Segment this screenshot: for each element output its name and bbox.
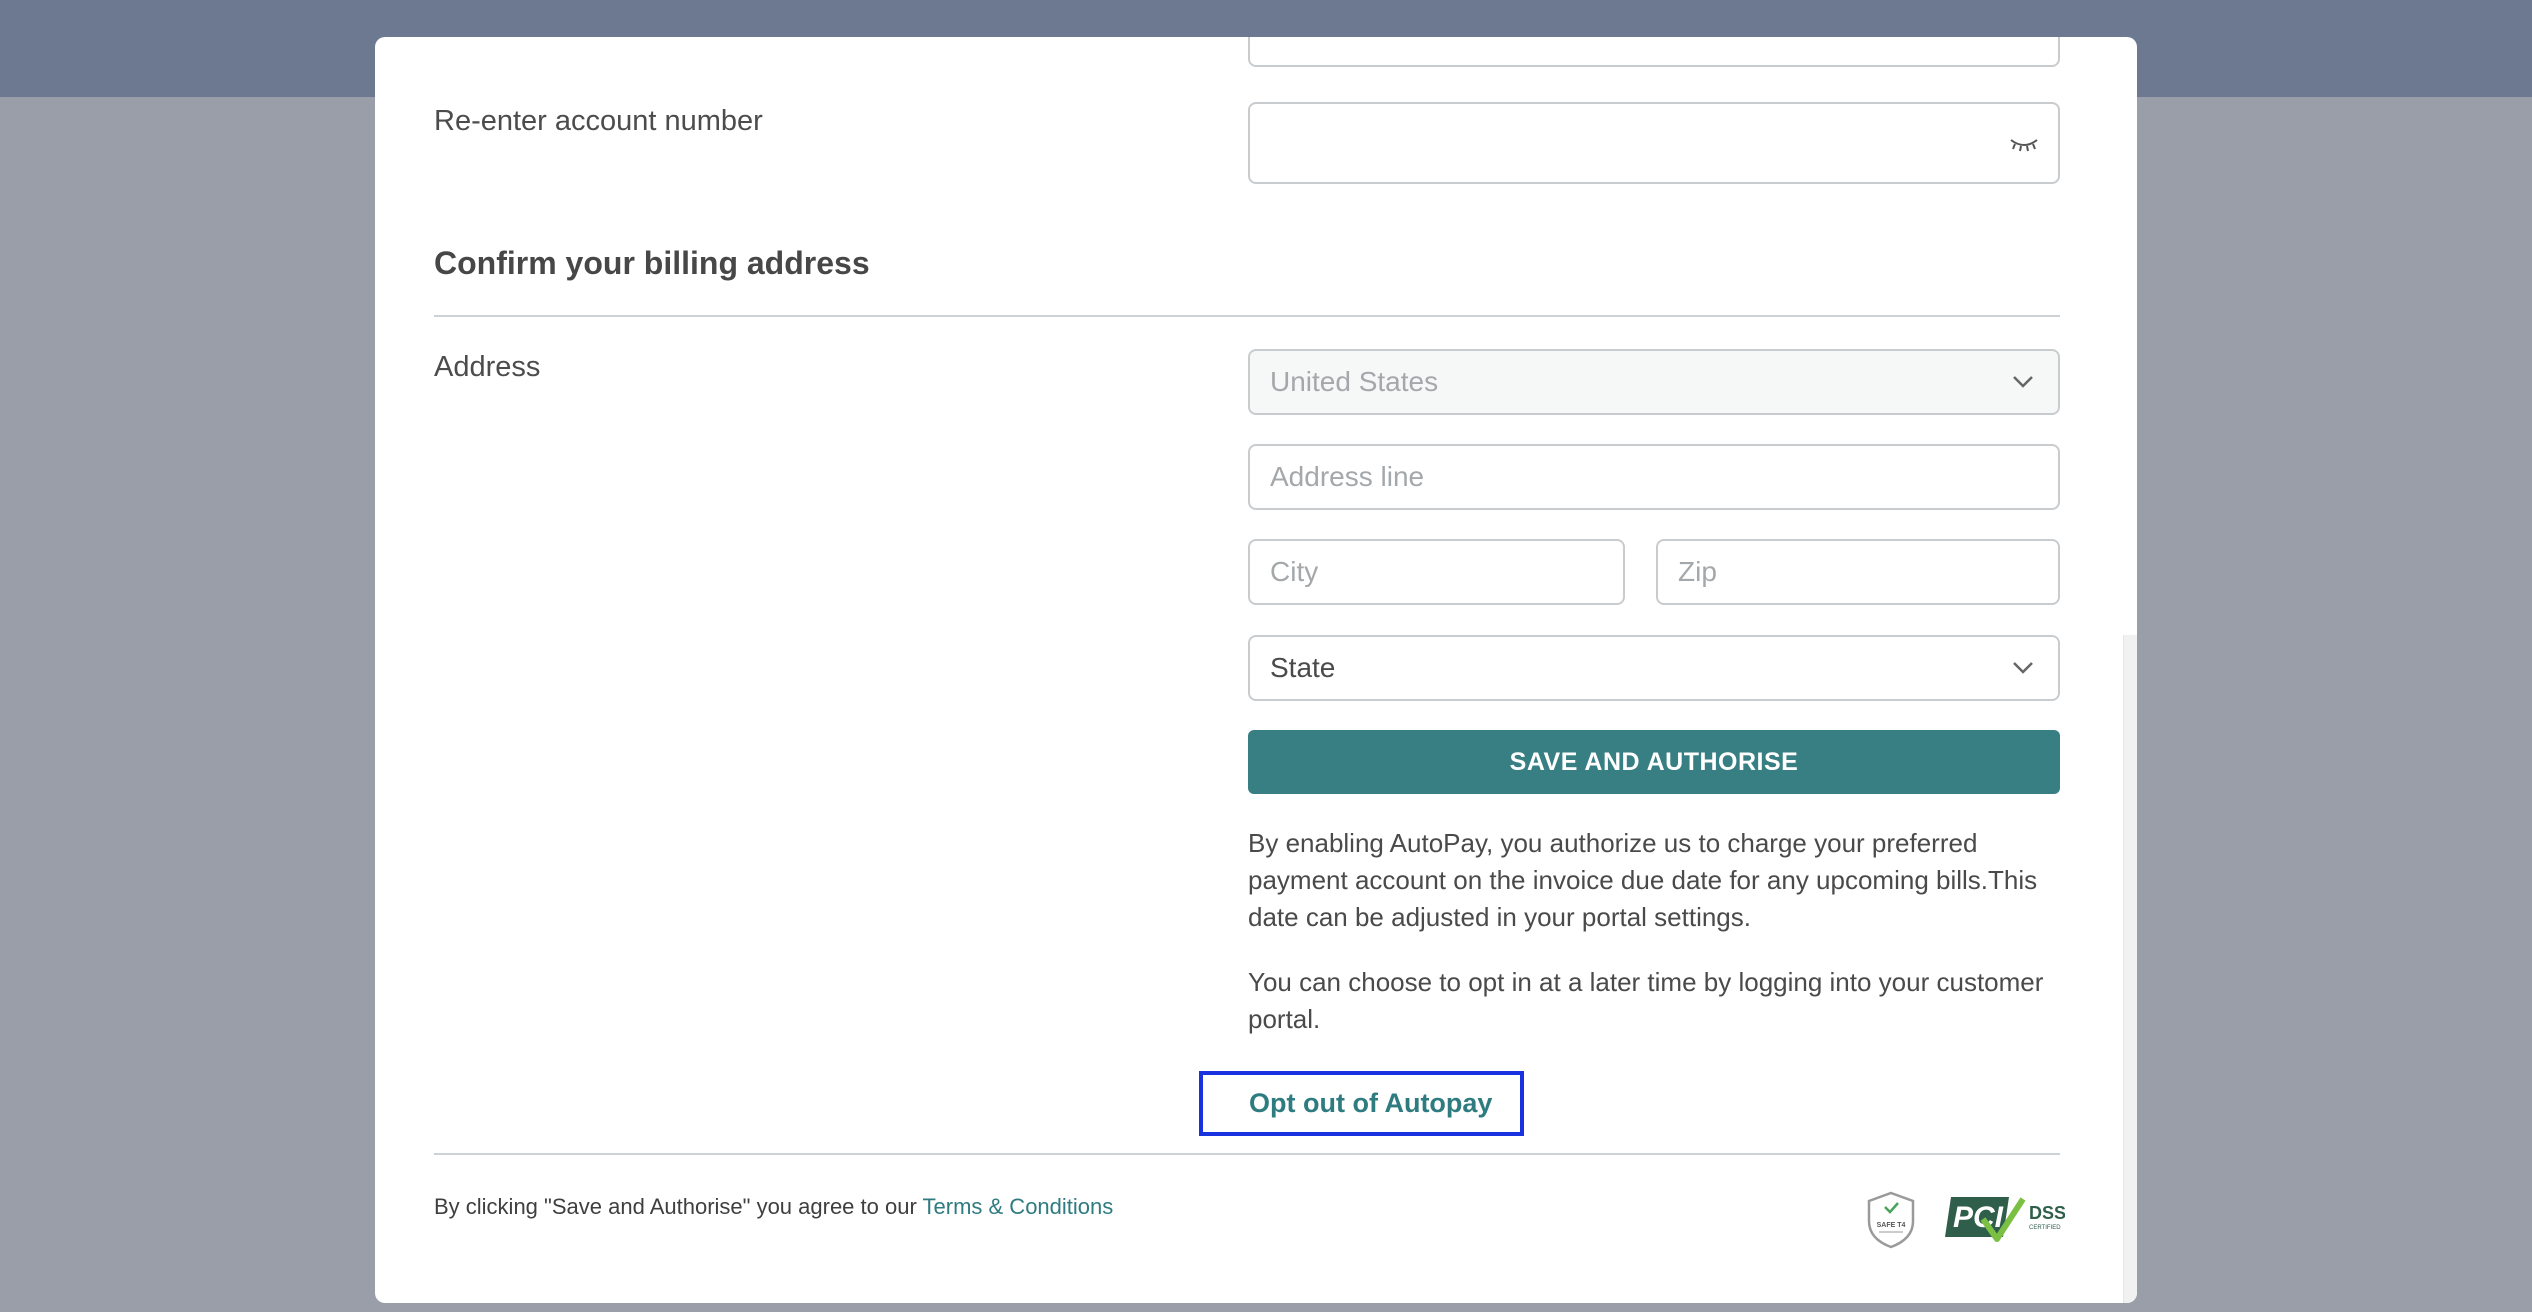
chevron-down-icon bbox=[2008, 653, 2038, 683]
state-value: State bbox=[1270, 652, 1336, 683]
city-input[interactable] bbox=[1248, 539, 1625, 605]
eye-closed-icon[interactable] bbox=[2009, 134, 2039, 156]
chevron-down-icon bbox=[2008, 367, 2038, 397]
save-and-authorise-button[interactable]: SAVE AND AUTHORISE bbox=[1248, 730, 2060, 794]
safe-t4-badge-icon: SAFE T4 bbox=[1867, 1191, 1915, 1249]
optin-notice: You can choose to opt in at a later time… bbox=[1248, 967, 2044, 1034]
certified-badge-text: CERTIFIED bbox=[2029, 1225, 2061, 1231]
autopay-modal: Re-enter account number Confirm your bil… bbox=[375, 37, 2137, 1303]
zip-input[interactable] bbox=[1656, 539, 2060, 605]
footer-divider bbox=[434, 1153, 2060, 1155]
pci-badge-text: PCI bbox=[1953, 1201, 2004, 1234]
country-select[interactable]: United States bbox=[1248, 349, 2060, 415]
billing-address-heading: Confirm your billing address bbox=[434, 245, 870, 281]
safe-badge-text: SAFE T4 bbox=[1877, 1222, 1906, 1229]
address-label: Address bbox=[434, 351, 541, 383]
country-value: United States bbox=[1270, 366, 1439, 397]
dss-badge-text: DSS bbox=[2029, 1203, 2065, 1223]
pci-dss-badge-icon: PCI DSS CERTIFIED bbox=[1945, 1197, 2065, 1242]
autopay-notice: By enabling AutoPay, you authorize us to… bbox=[1248, 828, 2038, 932]
opt-out-autopay-link[interactable]: Opt out of Autopay bbox=[1199, 1071, 1524, 1136]
section-divider bbox=[434, 315, 2060, 317]
terms-agreement: By clicking "Save and Authorise" you agr… bbox=[434, 1194, 1113, 1220]
terms-conditions-link[interactable]: Terms & Conditions bbox=[923, 1194, 1114, 1219]
reenter-account-input[interactable] bbox=[1248, 102, 2060, 184]
modal-scrollbar[interactable] bbox=[2123, 635, 2137, 1303]
reenter-account-label: Re-enter account number bbox=[434, 105, 763, 137]
state-select[interactable]: State bbox=[1248, 635, 2060, 701]
terms-agreement-text: By clicking "Save and Authorise" you agr… bbox=[434, 1194, 923, 1219]
account-number-input[interactable] bbox=[1248, 37, 2060, 67]
address-line-input[interactable] bbox=[1248, 444, 2060, 510]
opt-out-label: Opt out of Autopay bbox=[1249, 1088, 1493, 1118]
